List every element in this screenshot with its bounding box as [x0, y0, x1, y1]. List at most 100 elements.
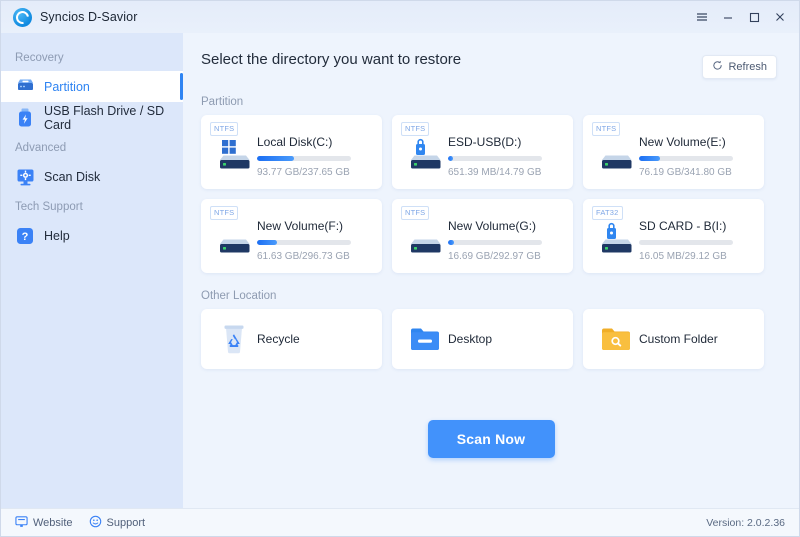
usb-flash-drive-icon	[15, 108, 35, 128]
partition-drive-icon	[15, 77, 35, 97]
locked-drive-icon	[402, 136, 448, 174]
hamburger-menu-icon[interactable]	[689, 4, 715, 30]
windows-drive-icon	[211, 136, 257, 174]
partition-grid: NTFS Local Disk(C:) 93.77 GB/237.65 GB N…	[183, 115, 799, 273]
sidebar-group-label-tech-support: Tech Support	[15, 201, 83, 213]
usage-progress-bar	[257, 239, 351, 245]
drive-icon	[402, 220, 448, 258]
title-bar: Syncios D-Savior	[1, 1, 799, 33]
website-link[interactable]: Website	[15, 515, 73, 531]
refresh-label: Refresh	[728, 61, 767, 73]
sidebar-item-usb-flash-drive-sd-card[interactable]: USB Flash Drive / SD Card	[1, 102, 183, 133]
sidebar-group-label-recovery: Recovery	[15, 52, 64, 64]
filesystem-badge: NTFS	[401, 122, 430, 136]
partition-card[interactable]: NTFS ESD-USB(D:) 651.39 MB/14.79 GB	[392, 115, 573, 189]
sidebar-item-label: Partition	[44, 79, 90, 94]
partition-name: New Volume(E:)	[639, 134, 726, 149]
app-brand: Syncios D-Savior	[13, 7, 138, 27]
partition-card[interactable]: NTFS New Volume(F:) 61.63 GB/296.73 GB	[201, 199, 382, 273]
svg-text:?: ?	[22, 231, 29, 243]
drive-icon	[211, 220, 257, 258]
scan-disk-monitor-icon	[15, 167, 35, 187]
partition-info: Local Disk(C:) 93.77 GB/237.65 GB	[257, 127, 372, 178]
syncios-logo-icon	[13, 7, 32, 27]
partition-section-label: Partition	[201, 96, 244, 108]
partition-usage: 16.69 GB/292.97 GB	[448, 250, 541, 262]
partition-usage: 93.77 GB/237.65 GB	[257, 166, 350, 178]
locked-drive-icon	[593, 220, 639, 258]
partition-usage: 76.19 GB/341.80 GB	[639, 166, 732, 178]
partition-card[interactable]: NTFS New Volume(E:) 76.19 GB/341.80 GB	[583, 115, 764, 189]
location-name: Desktop	[448, 332, 493, 346]
minimize-icon[interactable]	[715, 4, 741, 30]
custom-folder-search-icon	[593, 325, 639, 353]
filesystem-badge: NTFS	[592, 122, 621, 136]
close-icon[interactable]	[767, 4, 793, 30]
drive-icon	[593, 136, 639, 174]
partition-info: SD CARD - B(I:) 16.05 MB/29.12 GB	[639, 211, 754, 262]
status-links: Website Support	[15, 515, 145, 531]
app-window: Syncios D-Savior Recovery Partition USB …	[0, 0, 800, 537]
partition-card[interactable]: NTFS New Volume(G:) 16.69 GB/292.97 GB	[392, 199, 573, 273]
website-label: Website	[33, 516, 73, 529]
sidebar: Recovery Partition USB Flash Drive / SD …	[1, 33, 183, 508]
maximize-icon[interactable]	[741, 4, 767, 30]
sidebar-item-scan-disk[interactable]: Scan Disk	[1, 161, 183, 192]
partition-info: New Volume(E:) 76.19 GB/341.80 GB	[639, 127, 754, 178]
version-label: Version: 2.0.2.36	[706, 516, 785, 529]
partition-card[interactable]: FAT32 SD CARD - B(I:) 16.05 MB/29.12 GB	[583, 199, 764, 273]
desktop-folder-icon	[402, 325, 448, 353]
sidebar-item-partition[interactable]: Partition	[1, 71, 183, 102]
partition-name: Local Disk(C:)	[257, 134, 333, 149]
support-label: Support	[106, 516, 146, 529]
help-question-icon: ?	[15, 226, 35, 246]
location-name: Custom Folder	[639, 332, 718, 346]
app-body: Recovery Partition USB Flash Drive / SD …	[1, 33, 799, 508]
filesystem-badge: NTFS	[401, 206, 430, 220]
page-title: Select the directory you want to restore	[201, 51, 462, 68]
location-card-recycle[interactable]: Recycle	[201, 309, 382, 369]
sidebar-group-label-advanced: Advanced	[15, 142, 67, 154]
window-controls	[689, 1, 793, 33]
monitor-icon	[15, 515, 28, 531]
filesystem-badge: NTFS	[210, 122, 239, 136]
usage-progress-bar	[257, 155, 351, 161]
partition-usage: 651.39 MB/14.79 GB	[448, 166, 542, 178]
sidebar-item-help[interactable]: ? Help	[1, 220, 183, 251]
usage-progress-bar	[639, 155, 733, 161]
partition-name: SD CARD - B(I:)	[639, 218, 727, 233]
usage-progress-bar	[448, 155, 542, 161]
scan-now-button[interactable]: Scan Now	[427, 419, 555, 458]
recycle-bin-icon	[211, 323, 257, 355]
filesystem-badge: NTFS	[210, 206, 239, 220]
location-card-custom-folder[interactable]: Custom Folder	[583, 309, 764, 369]
usage-progress-bar	[448, 239, 542, 245]
partition-usage: 61.63 GB/296.73 GB	[257, 250, 350, 262]
main-header: Select the directory you want to restore…	[183, 33, 799, 79]
refresh-button[interactable]: Refresh	[702, 55, 777, 79]
partition-info: New Volume(F:) 61.63 GB/296.73 GB	[257, 211, 372, 262]
partition-name: New Volume(G:)	[448, 218, 537, 233]
location-name: Recycle	[257, 332, 300, 346]
sidebar-item-label: Scan Disk	[44, 169, 101, 184]
other-location-section-label: Other Location	[201, 290, 277, 302]
main-content: Select the directory you want to restore…	[183, 33, 799, 508]
refresh-circular-arrow-icon	[712, 60, 723, 74]
status-bar: Website Support Version: 2.0.2.36	[1, 508, 799, 536]
partition-card[interactable]: NTFS Local Disk(C:) 93.77 GB/237.65 GB	[201, 115, 382, 189]
partition-name: New Volume(F:)	[257, 218, 344, 233]
sidebar-item-label: Help	[44, 228, 70, 243]
partition-name: ESD-USB(D:)	[448, 134, 522, 149]
partition-usage: 16.05 MB/29.12 GB	[639, 250, 727, 262]
app-title: Syncios D-Savior	[40, 10, 138, 24]
usage-progress-bar	[639, 239, 733, 245]
partition-info: ESD-USB(D:) 651.39 MB/14.79 GB	[448, 127, 563, 178]
filesystem-badge: FAT32	[592, 206, 623, 220]
sidebar-item-label: USB Flash Drive / SD Card	[44, 103, 165, 132]
partition-info: New Volume(G:) 16.69 GB/292.97 GB	[448, 211, 563, 262]
scan-button-container: Scan Now	[183, 369, 799, 508]
location-card-desktop[interactable]: Desktop	[392, 309, 573, 369]
support-link[interactable]: Support	[89, 515, 146, 531]
support-smiley-icon	[89, 515, 102, 531]
other-location-grid: Recycle Desktop Custom Folder	[183, 309, 799, 369]
